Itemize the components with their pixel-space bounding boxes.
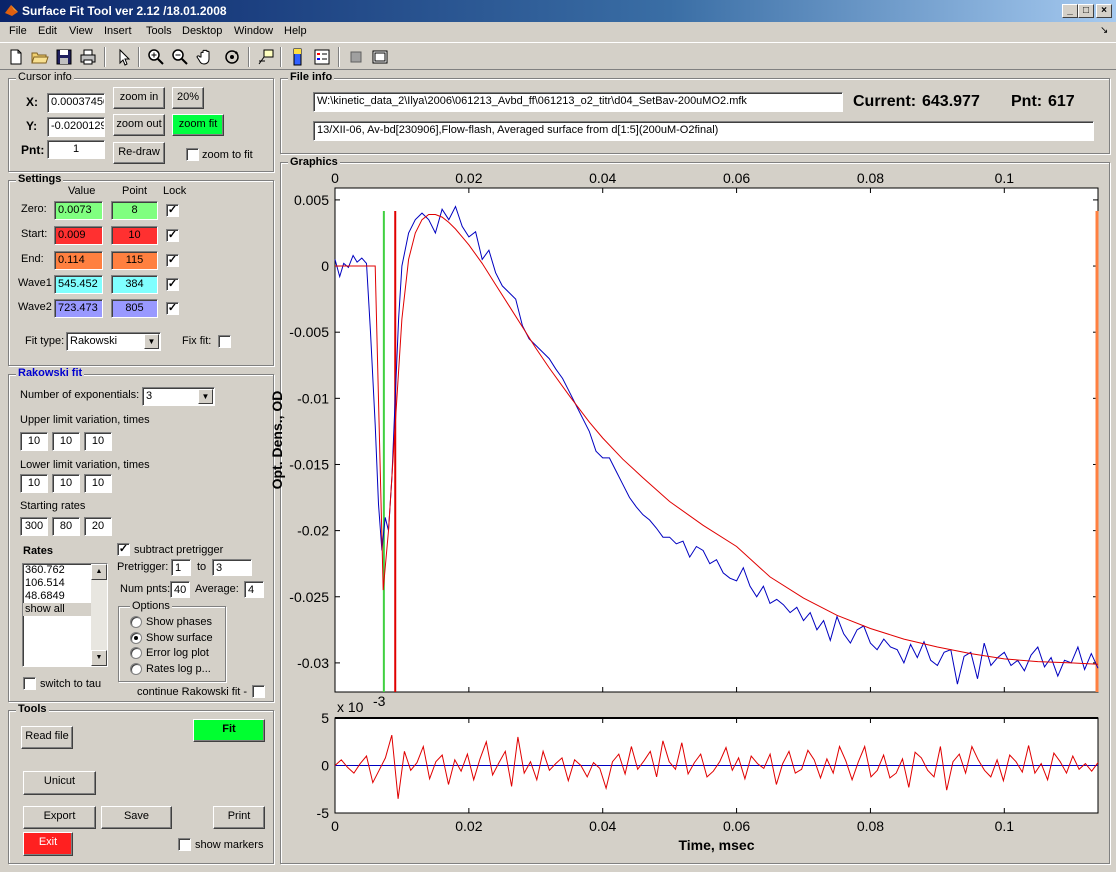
top-x-tick-label: 0.06: [723, 170, 750, 186]
x-axis-label: Time, msec: [678, 837, 754, 853]
y-tick-label: 0: [321, 258, 329, 274]
residual-y-tick-label: 5: [321, 710, 329, 726]
bottom-x-tick-label: 0.02: [455, 818, 482, 834]
main-axes-box: [334, 187, 1099, 693]
top-x-tick-label: 0.04: [589, 170, 616, 186]
bottom-x-tick-label: 0.1: [995, 818, 1015, 834]
y-tick-label: -0.02: [297, 523, 329, 539]
y-tick-label: -0.01: [297, 390, 329, 406]
top-x-tick-label: 0.1: [995, 170, 1015, 186]
top-x-tick-label: 0.08: [857, 170, 884, 186]
top-x-tick-label: 0: [331, 170, 339, 186]
exponent-label: x 10: [337, 699, 364, 715]
y-tick-label: -0.025: [289, 589, 329, 605]
y-tick-label: -0.005: [289, 324, 329, 340]
bottom-x-tick-label: 0.04: [589, 818, 616, 834]
y-tick-label: -0.015: [289, 456, 329, 472]
y-tick-label: -0.03: [297, 655, 329, 671]
bottom-x-tick-label: 0.08: [857, 818, 884, 834]
exponent-power: -3: [373, 693, 386, 709]
bottom-x-tick-label: 0: [331, 818, 339, 834]
plot-area[interactable]: 0 0.02 0.04 0.06 0.08 0.10.0050-0.005-0.01-0.…: [0, 0, 1116, 872]
top-x-tick-label: 0.02: [455, 170, 482, 186]
residual-y-tick-label: 0: [321, 758, 329, 774]
bottom-x-tick-label: 0.06: [723, 818, 750, 834]
residual-y-tick-label: -5: [317, 805, 330, 821]
y-tick-label: 0.005: [294, 192, 329, 208]
main-y-axis-label: Opt. Dens., OD: [269, 391, 285, 490]
